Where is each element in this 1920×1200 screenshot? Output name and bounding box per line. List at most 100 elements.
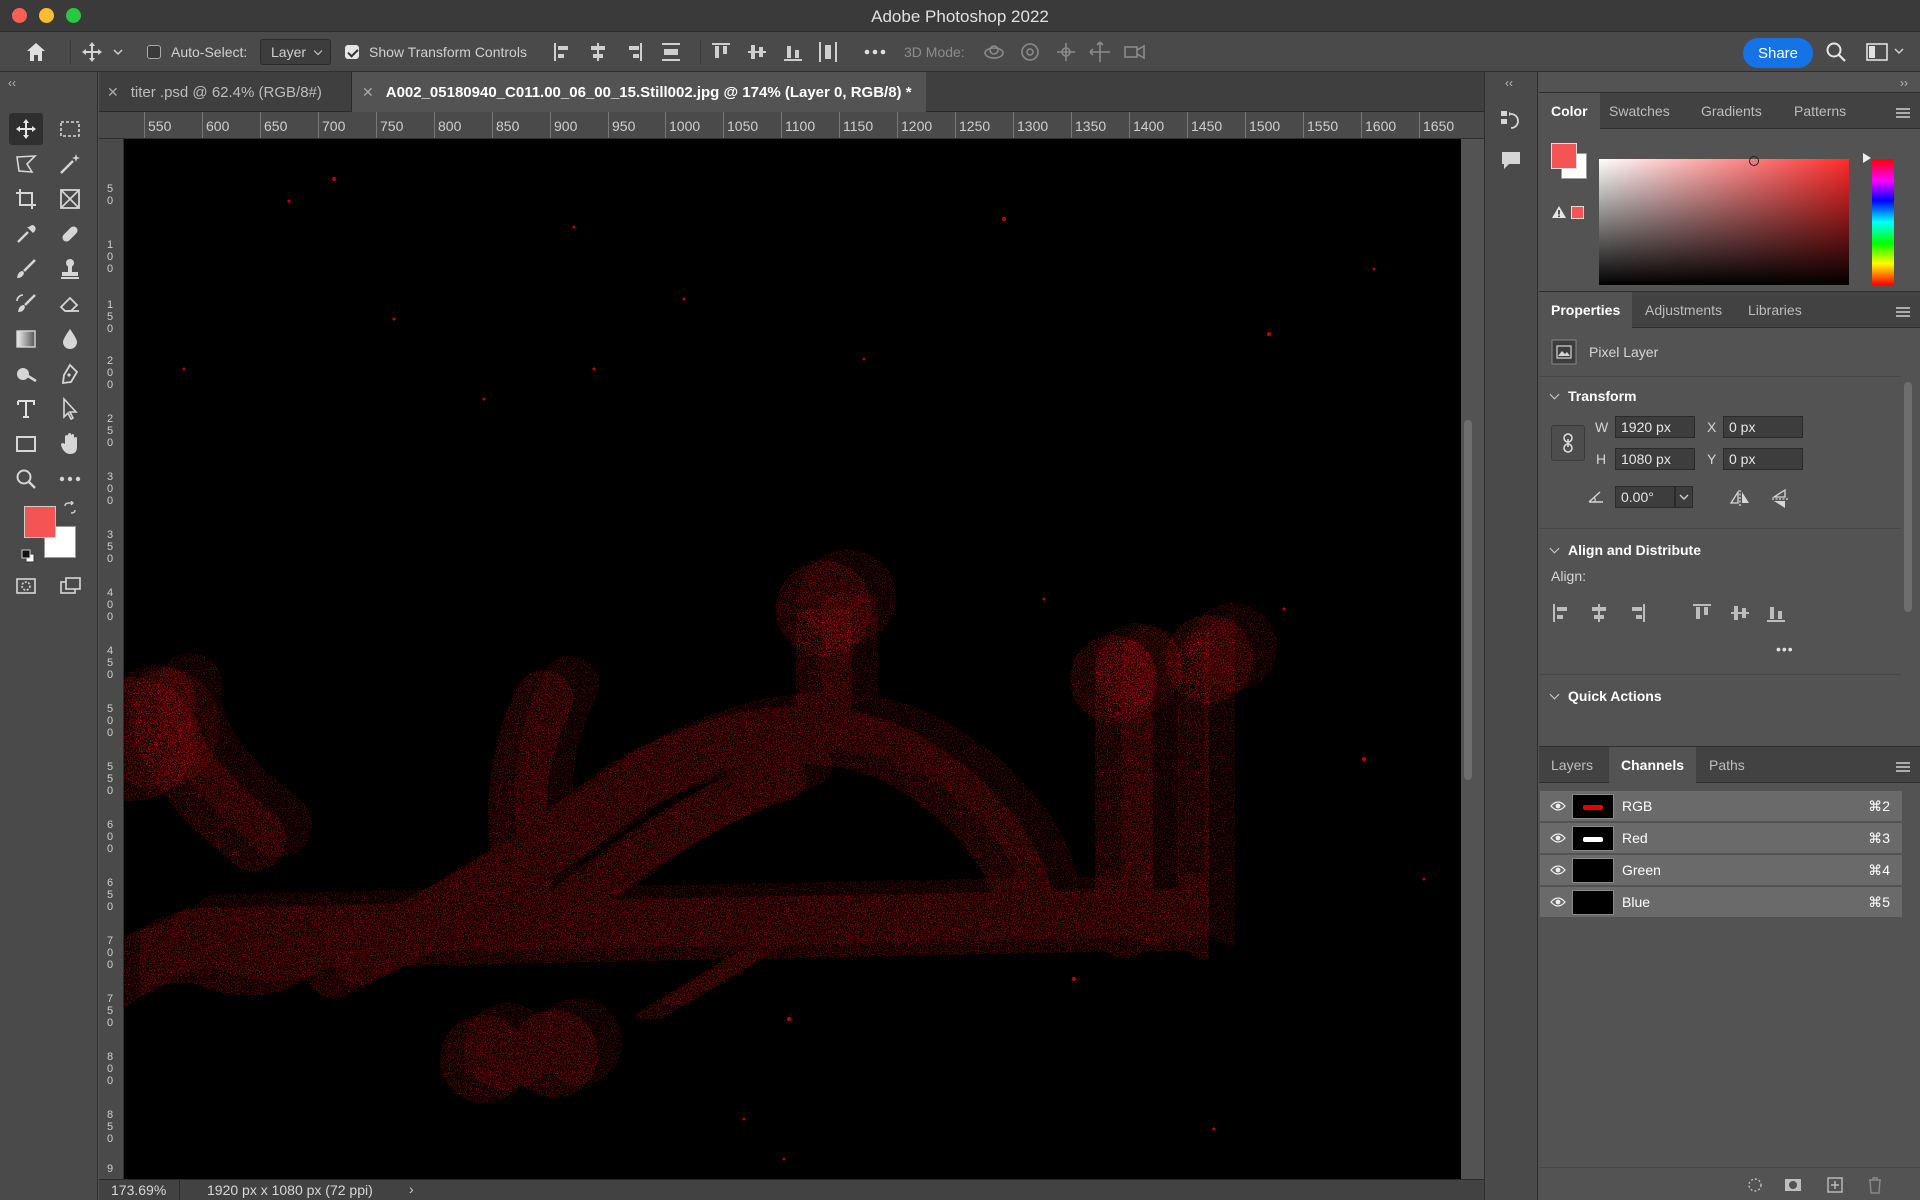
align-left-edges-icon[interactable] bbox=[552, 40, 692, 64]
close-tab-icon[interactable]: ✕ bbox=[107, 84, 119, 101]
tab-color[interactable]: Color bbox=[1539, 93, 1600, 130]
vertical-scrollbar[interactable] bbox=[1464, 420, 1472, 780]
canvas-area[interactable] bbox=[124, 139, 1484, 1179]
hand-tool-icon[interactable] bbox=[53, 428, 87, 460]
align-buttons-group[interactable] bbox=[1551, 602, 1787, 627]
dodge-tool-icon[interactable] bbox=[9, 358, 43, 390]
tab-channels[interactable]: Channels bbox=[1609, 747, 1697, 784]
flip-horizontal-icon[interactable] bbox=[1729, 489, 1751, 510]
color-picker-field[interactable] bbox=[1599, 159, 1849, 285]
visibility-eye-icon[interactable] bbox=[1550, 800, 1566, 812]
screen-mode-icon[interactable] bbox=[53, 570, 87, 602]
auto-select-checkbox[interactable] bbox=[147, 45, 161, 59]
y-field[interactable]: 0 px bbox=[1723, 448, 1803, 470]
collapse-right-dock-icon[interactable]: ›› bbox=[1900, 76, 1908, 90]
load-channel-selection-icon[interactable] bbox=[1746, 1176, 1764, 1197]
link-dimensions-icon[interactable] bbox=[1551, 425, 1585, 461]
more-align-options-icon[interactable]: ••• bbox=[1776, 641, 1794, 657]
path-selection-tool-icon[interactable] bbox=[53, 393, 87, 425]
flip-vertical-icon[interactable] bbox=[1771, 488, 1789, 513]
home-icon[interactable] bbox=[24, 32, 48, 72]
collapse-toolbar-icon[interactable]: ‹‹ bbox=[8, 76, 16, 90]
tab-titer-psd[interactable]: ✕ titer .psd @ 62.4% (RGB/8#) bbox=[99, 72, 351, 112]
brush-tool-icon[interactable] bbox=[9, 253, 43, 285]
vertical-ruler[interactable]: 50 100 150 200 250 300 350 400 450 500 5… bbox=[99, 139, 124, 1179]
move-tool-icon[interactable] bbox=[9, 113, 43, 145]
panel-menu-icon[interactable] bbox=[1896, 759, 1910, 775]
out-of-gamut-warning-icon[interactable] bbox=[1551, 205, 1567, 222]
pen-tool-icon[interactable] bbox=[53, 358, 87, 390]
tab-swatches[interactable]: Swatches bbox=[1597, 93, 1682, 129]
properties-scrollbar[interactable] bbox=[1904, 382, 1912, 612]
tab-patterns[interactable]: Patterns bbox=[1782, 93, 1858, 129]
blur-tool-icon[interactable] bbox=[53, 323, 87, 355]
tab-properties[interactable]: Properties bbox=[1539, 292, 1633, 329]
panel-menu-icon[interactable] bbox=[1896, 304, 1910, 320]
channel-row-red[interactable]: Red ⌘3 bbox=[1540, 823, 1902, 854]
visibility-eye-icon[interactable] bbox=[1550, 864, 1566, 876]
more-options-icon[interactable] bbox=[864, 32, 886, 72]
channel-row-blue[interactable]: Blue ⌘5 bbox=[1540, 887, 1902, 918]
zoom-level[interactable]: 173.69% bbox=[111, 1182, 166, 1198]
show-transform-checkbox[interactable] bbox=[345, 45, 359, 59]
hue-slider[interactable] bbox=[1872, 159, 1894, 285]
angle-dropdown-chevron-icon[interactable] bbox=[1675, 486, 1693, 508]
frame-tool-icon[interactable] bbox=[53, 183, 87, 215]
new-channel-icon[interactable] bbox=[1826, 1176, 1844, 1197]
gradient-tool-icon[interactable] bbox=[9, 323, 43, 355]
3d-mode-icons-group[interactable] bbox=[982, 32, 1148, 72]
zoom-tool-icon[interactable] bbox=[9, 463, 43, 495]
x-field[interactable]: 0 px bbox=[1723, 416, 1803, 438]
transform-section-header[interactable]: Transform bbox=[1549, 388, 1636, 404]
collapse-dock-icon[interactable]: ‹‹ bbox=[1505, 76, 1513, 90]
default-colors-icon[interactable] bbox=[18, 546, 38, 566]
rectangle-tool-icon[interactable] bbox=[9, 428, 43, 460]
workspace-switcher-icon[interactable] bbox=[1866, 32, 1908, 72]
width-field[interactable]: 1920 px bbox=[1615, 416, 1695, 438]
align-vertical-icons-group[interactable] bbox=[710, 32, 840, 72]
tab-layers[interactable]: Layers bbox=[1539, 747, 1605, 783]
close-tab-icon[interactable]: ✕ bbox=[362, 84, 374, 101]
tab-paths[interactable]: Paths bbox=[1697, 747, 1757, 783]
height-field[interactable]: 1080 px bbox=[1615, 448, 1695, 470]
tab-libraries[interactable]: Libraries bbox=[1736, 292, 1814, 328]
tab-gradients[interactable]: Gradients bbox=[1689, 93, 1774, 129]
eyedropper-tool-icon[interactable] bbox=[9, 218, 43, 250]
history-panel-icon[interactable] bbox=[1499, 108, 1523, 135]
align-distribute-section-header[interactable]: Align and Distribute bbox=[1549, 542, 1701, 558]
tab-adjustments[interactable]: Adjustments bbox=[1633, 292, 1734, 328]
lasso-tool-icon[interactable] bbox=[9, 148, 43, 180]
color-panel-foreground-swatch[interactable] bbox=[1551, 143, 1577, 169]
eraser-tool-icon[interactable] bbox=[53, 288, 87, 320]
angle-field[interactable]: 0.00° bbox=[1615, 486, 1675, 508]
share-button[interactable]: Share bbox=[1743, 38, 1813, 68]
foreground-color-swatch[interactable] bbox=[24, 506, 56, 538]
color-picker-cursor[interactable] bbox=[1749, 156, 1759, 166]
search-icon[interactable] bbox=[1825, 32, 1847, 72]
type-tool-icon[interactable] bbox=[9, 393, 43, 425]
channel-row-rgb[interactable]: RGB ⌘2 bbox=[1540, 791, 1902, 822]
comments-panel-icon[interactable] bbox=[1499, 148, 1523, 175]
visibility-eye-icon[interactable] bbox=[1550, 832, 1566, 844]
more-tools-icon[interactable] bbox=[53, 463, 87, 495]
document-canvas[interactable] bbox=[124, 139, 1461, 1179]
swap-colors-icon[interactable] bbox=[60, 498, 80, 518]
hue-slider-handle[interactable] bbox=[1863, 153, 1871, 163]
status-menu-chevron-icon[interactable]: › bbox=[409, 1181, 414, 1197]
auto-select-dropdown[interactable]: Layer bbox=[260, 39, 332, 65]
crop-tool-icon[interactable] bbox=[9, 183, 43, 215]
delete-channel-icon[interactable] bbox=[1866, 1176, 1884, 1197]
history-brush-tool-icon[interactable] bbox=[9, 288, 43, 320]
visibility-eye-icon[interactable] bbox=[1550, 896, 1566, 908]
magic-wand-tool-icon[interactable] bbox=[53, 148, 87, 180]
horizontal-ruler[interactable]: 550 600 650 700 750 800 850 900 950 1000… bbox=[99, 112, 1484, 139]
marquee-tool-icon[interactable] bbox=[53, 113, 87, 145]
quick-actions-section-header[interactable]: Quick Actions bbox=[1549, 688, 1662, 704]
clone-stamp-tool-icon[interactable] bbox=[53, 253, 87, 285]
healing-brush-tool-icon[interactable] bbox=[53, 218, 87, 250]
tab-still-jpg[interactable]: ✕ A002_05180940_C011.00_06_00_15.Still00… bbox=[352, 72, 926, 112]
move-tool-preset-icon[interactable] bbox=[80, 32, 124, 72]
channel-row-green[interactable]: Green ⌘4 bbox=[1540, 855, 1902, 886]
panel-menu-icon[interactable] bbox=[1896, 105, 1910, 121]
quick-mask-icon[interactable] bbox=[9, 570, 43, 602]
